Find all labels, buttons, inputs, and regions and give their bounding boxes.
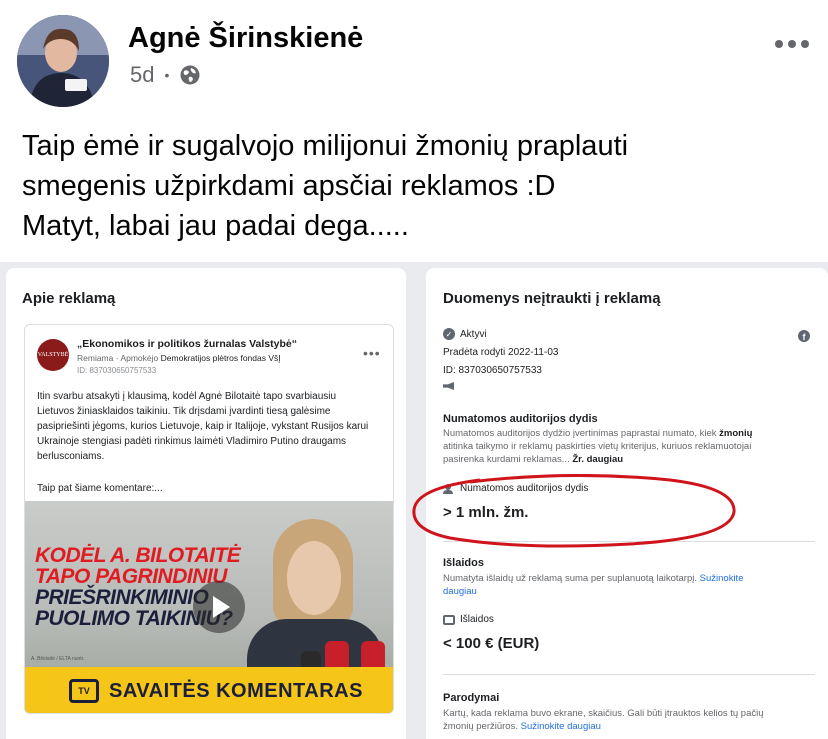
ad-body-text: Itin svarbu atsakyti į klausimą, kodėl A… — [37, 389, 383, 464]
author-avatar[interactable] — [17, 15, 109, 107]
ad-status: ✓ Aktyvi — [443, 328, 487, 340]
spend-desc: Numatyta išlaidų už reklamą suma per sup… — [443, 573, 697, 584]
more-dot-icon — [801, 40, 809, 48]
ad-body-line: Itin svarbu atsakyti į klausimą, kodėl A… — [37, 391, 337, 402]
ad-banner: TV SAVAITĖS KOMENTARAS — [25, 667, 393, 713]
play-icon[interactable] — [193, 581, 245, 633]
spend-title: Išlaidos — [443, 557, 484, 569]
image-credit: A. Bilotaitė / ELTA nuotr. — [31, 656, 85, 662]
ad-body-line: pasipriešinti jėgoms, kurios Lietuvoje, … — [37, 421, 369, 432]
wallet-icon — [443, 615, 455, 625]
more-dot-icon — [775, 40, 783, 48]
tv-logo-icon: TV — [69, 679, 99, 703]
more-dot-icon — [788, 40, 796, 48]
ad-page-logo: VALSTYBĖ — [37, 339, 69, 371]
audience-desc-line: atitinka taikymo ir reklamų paskirties v… — [443, 441, 752, 452]
post-meta: 5d • — [130, 62, 201, 88]
ad-options-button[interactable]: ••• — [363, 345, 381, 361]
learn-more-link[interactable]: Sužinokite daugiau — [521, 721, 601, 732]
ad-start-date: Pradėta rodyti 2022-11-03 — [443, 347, 559, 358]
post-text: Taip ėmė ir sugalvojo milijonui žmonių p… — [22, 126, 802, 246]
audience-desc-line: pasirenka kurdami reklamas... — [443, 454, 570, 465]
post-text-line: Taip ėmė ir sugalvojo milijonui žmonių p… — [22, 130, 629, 162]
ad-sponsor-prefix: Remiama · Apmokėjo — [77, 353, 159, 363]
impressions-description: Kartų, kada reklama buvo ekrane, skaičiu… — [443, 707, 815, 733]
facebook-icon: f — [798, 330, 810, 342]
post-time[interactable]: 5d — [130, 62, 154, 88]
check-circle-icon: ✓ — [443, 328, 455, 340]
ad-body-line: Lietuvos žiniasklaidos taikiniu. Tik drį… — [37, 406, 331, 417]
ad-body-line: berlusconiams. — [37, 451, 105, 462]
about-ad-panel: Apie reklamą VALSTYBĖ „Ekonomikos ir pol… — [6, 268, 406, 739]
ad-data-title: Duomenys neįtraukti į reklamą — [443, 290, 661, 307]
ad-page-name[interactable]: „Ekonomikos ir politikos žurnalas Valsty… — [77, 338, 297, 350]
meta-separator: • — [164, 67, 170, 83]
ad-status-label: Aktyvi — [460, 328, 487, 340]
spend-description: Numatyta išlaidų už reklamą suma per sup… — [443, 572, 815, 598]
see-more-link[interactable]: Žr. daugiau — [572, 454, 623, 465]
red-circle-annotation — [412, 474, 736, 548]
learn-more-link[interactable]: Sužinokite — [700, 573, 744, 584]
audience-description: Numatomos auditorijos dydžio įvertinimas… — [443, 427, 815, 466]
audience-desc-bold: žmonių — [719, 428, 753, 439]
spend-value: < 100 € (EUR) — [443, 635, 540, 652]
impressions-desc-line: žmonių peržiūros. — [443, 721, 518, 732]
banner-text: SAVAITĖS KOMENTARAS — [109, 679, 363, 702]
about-ad-title: Apie reklamą — [22, 290, 116, 307]
audience-desc-line: Numatomos auditorijos dydžio įvertinimas… — [443, 428, 717, 439]
post-text-line: smegenis užpirkdami apsčiai reklamos :D — [22, 170, 556, 202]
ad-body-line: Ukrainoje stengiasi padėti rinkimus laim… — [37, 436, 347, 447]
ad-sponsor-line: Remiama · Apmokėjo Demokratijos plėtros … — [77, 353, 281, 363]
ad-also-text: Taip pat šiame komentare:... — [37, 483, 163, 494]
spend-label: Išlaidos — [460, 614, 494, 625]
ad-id: ID: 837030650757533 — [443, 365, 542, 376]
ad-id: ID: 837030650757533 — [77, 366, 157, 375]
ad-sponsor-name[interactable]: Demokratijos plėtros fondas VšĮ — [161, 353, 281, 363]
learn-more-link[interactable]: daugiau — [443, 585, 815, 598]
ad-video-thumbnail[interactable]: KODĖL A. BILOTAITĖ TAPO PAGRINDINIU PRIE… — [25, 501, 393, 713]
audience-title: Numatomos auditorijos dydis — [443, 413, 598, 425]
megaphone-icon — [443, 382, 454, 390]
impressions-title: Parodymai — [443, 692, 500, 704]
person-face — [287, 541, 341, 615]
impressions-desc-line: Kartų, kada reklama buvo ekrane, skaičiu… — [443, 708, 764, 719]
post-text-line: Matyt, labai jau padai dega..... — [22, 210, 409, 242]
globe-icon — [180, 65, 200, 85]
divider — [443, 674, 815, 675]
headline-line: KODĖL A. BILOTAITĖ — [35, 544, 241, 567]
ad-preview-card[interactable]: VALSTYBĖ „Ekonomikos ir politikos žurnal… — [24, 324, 394, 714]
author-name[interactable]: Agnė Širinskienė — [128, 22, 363, 55]
post-options-button[interactable] — [772, 32, 812, 56]
